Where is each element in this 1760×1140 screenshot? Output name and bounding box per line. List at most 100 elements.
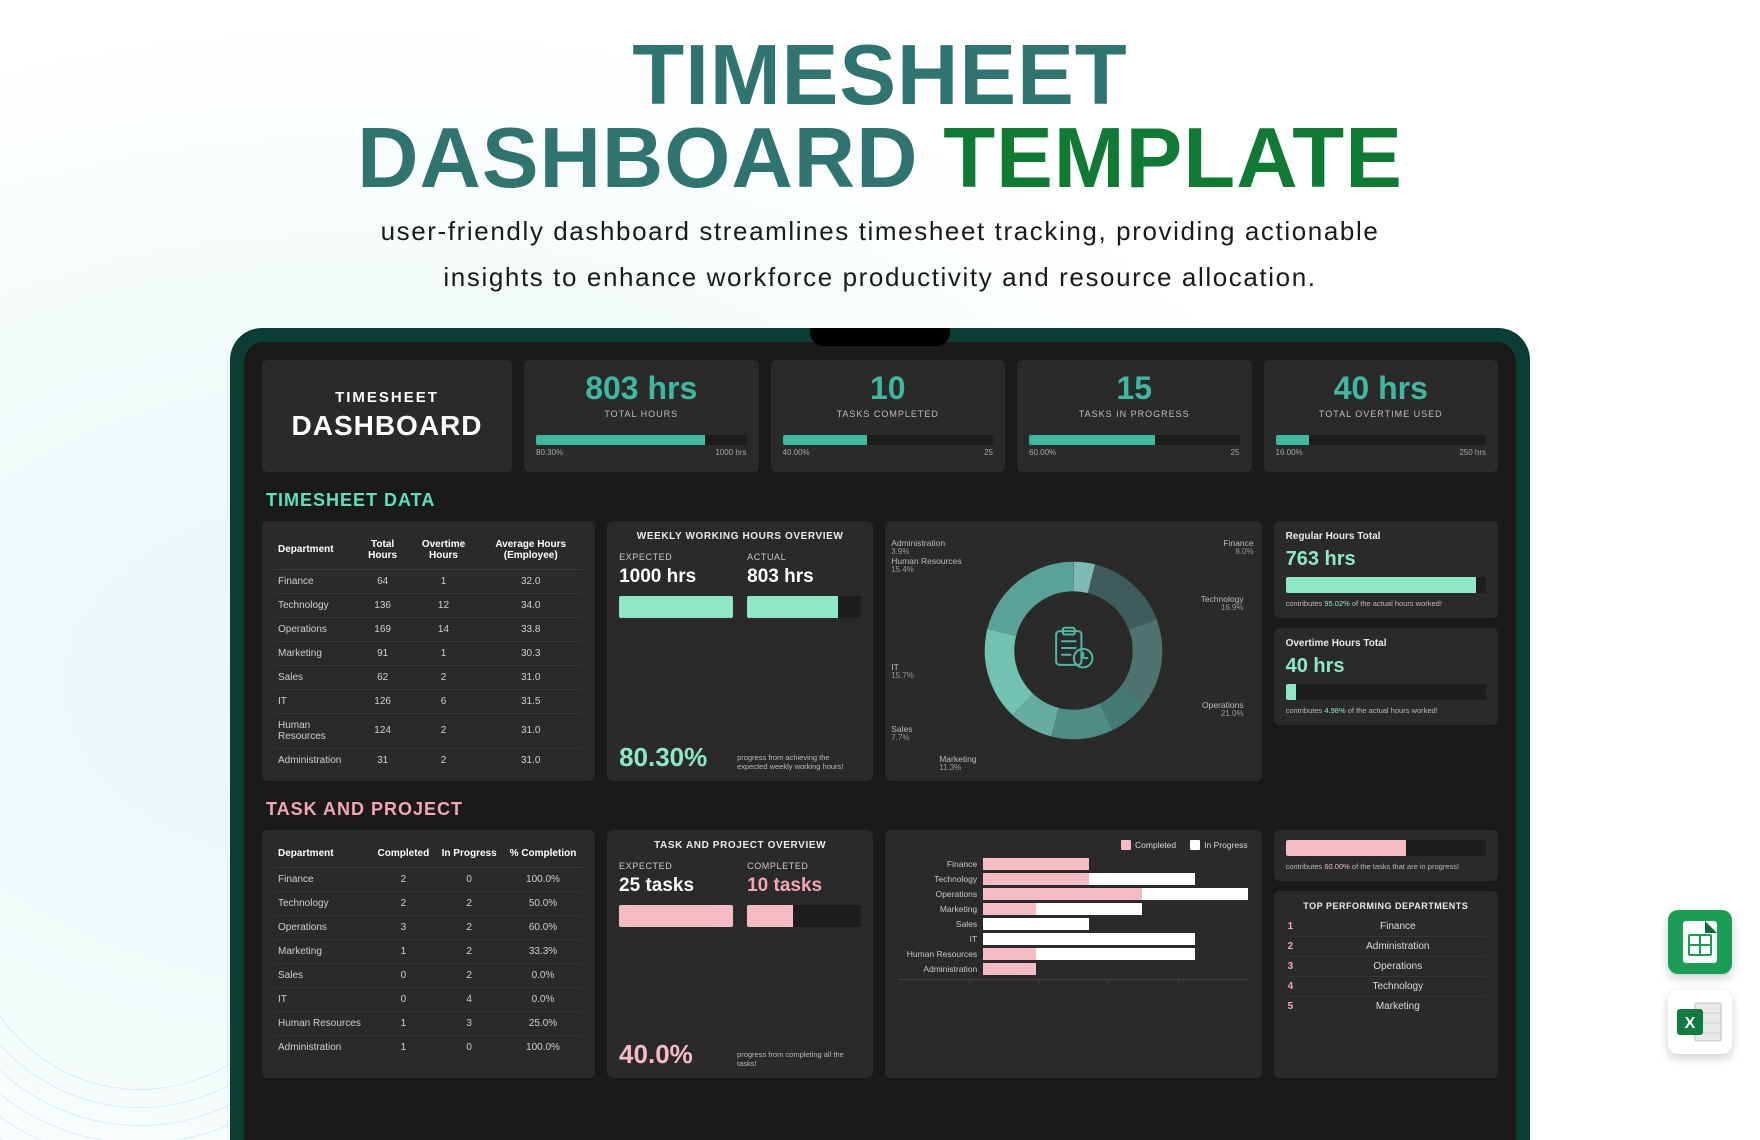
rank-row: 5Marketing: [1286, 997, 1486, 1016]
donut-label: IT15.7%: [891, 663, 914, 681]
kpi-card-3: 40 hrs TOTAL OVERTIME USED 16.00%250 hrs: [1264, 360, 1499, 472]
tasks-heading: TASK AND PROJECT: [266, 799, 1498, 820]
laptop-notch: [810, 328, 950, 346]
tasks-bar-chart-card: Completed In Progress Finance Technology…: [885, 830, 1261, 1078]
weekly-pct-note: progress from achieving the expected wee…: [737, 753, 861, 771]
table-row: Administration10100.0%: [274, 1035, 583, 1059]
timesheet-heading: TIMESHEET DATA: [266, 490, 1498, 511]
tasks-progress-note: contributes 60.00% of the tasks that are…: [1286, 862, 1486, 871]
donut-label: Human Resources15.4%: [891, 557, 961, 575]
kpi-value: 803 hrs: [536, 370, 747, 407]
donut-label: Operations21.0%: [1202, 701, 1244, 719]
google-sheets-icon[interactable]: [1668, 910, 1732, 974]
app-badges: X: [1668, 910, 1732, 1054]
hours-side-col: Regular Hours Total 763 hrs contributes …: [1274, 521, 1498, 781]
tasks-pct-note: progress from completing all the tasks!: [737, 1050, 861, 1068]
excel-icon[interactable]: X: [1668, 990, 1732, 1054]
clipboard-clock-icon: [1046, 621, 1100, 680]
kpi-value: 40 hrs: [1276, 370, 1487, 407]
donut-label: Technology16.9%: [1201, 595, 1244, 613]
weekly-overview-title: WEEKLY WORKING HOURS OVERVIEW: [619, 531, 861, 542]
laptop-mockup: TIMESHEET DASHBOARD 803 hrs TOTAL HOURS …: [230, 328, 1530, 1140]
weekly-overview-card: WEEKLY WORKING HOURS OVERVIEW EXPECTED 1…: [607, 521, 873, 781]
table-row: Technology2250.0%: [274, 891, 583, 915]
hero-title-line2a: Dashboard: [357, 111, 919, 206]
hero-title: Timesheet Dashboard Template: [0, 34, 1760, 201]
kpi-value: 15: [1029, 370, 1240, 407]
actual-label: ACTUAL: [747, 552, 861, 562]
tasks-overview-card: TASK AND PROJECT OVERVIEW EXPECTED 25 ta…: [607, 830, 873, 1078]
hero-sub1: user-friendly dashboard streamlines time…: [0, 215, 1760, 248]
tasks-side-col: contributes 60.00% of the tasks that are…: [1274, 830, 1498, 1078]
bar-row: Human Resources: [899, 948, 1247, 960]
donut-label: Sales7.7%: [891, 725, 912, 743]
screen: TIMESHEET DASHBOARD 803 hrs TOTAL HOURS …: [244, 342, 1516, 1140]
completed-tasks-label: COMPLETED: [747, 861, 861, 871]
timesheet-table: DepartmentTotal HoursOvertime HoursAvera…: [262, 521, 595, 781]
rank-row: 3Operations: [1286, 957, 1486, 977]
bar-row: IT: [899, 933, 1247, 945]
table-row: Operations1691433.8: [274, 617, 583, 641]
col-header: Total Hours: [357, 531, 409, 570]
top-row: TIMESHEET DASHBOARD 803 hrs TOTAL HOURS …: [262, 360, 1498, 472]
col-header: Department: [274, 531, 357, 570]
legend-inprogress: In Progress: [1190, 840, 1247, 851]
rank-row: 2Administration: [1286, 937, 1486, 957]
actual-value: 803 hrs: [747, 566, 861, 588]
donut-chart-card: Administration3.9% Human Resources15.4% …: [885, 521, 1261, 781]
table-row: Marketing91130.3: [274, 641, 583, 665]
top-departments-title: TOP PERFORMING DEPARTMENTS: [1286, 901, 1486, 911]
table-row: IT126631.5: [274, 689, 583, 713]
table-row: Sales62231.0: [274, 665, 583, 689]
table-row: Technology1361234.0: [274, 593, 583, 617]
table-row: Operations3260.0%: [274, 915, 583, 939]
laptop-bezel: TIMESHEET DASHBOARD 803 hrs TOTAL HOURS …: [230, 328, 1530, 1140]
bar-row: Operations: [899, 888, 1247, 900]
kpi-card-0: 803 hrs TOTAL HOURS 80.30%1000 hrs: [524, 360, 759, 472]
table-row: Human Resources1325.0%: [274, 1011, 583, 1035]
col-header: Completed: [371, 840, 435, 868]
hero-sub2: insights to enhance workforce productivi…: [0, 261, 1760, 294]
table-row: Finance64132.0: [274, 569, 583, 593]
rank-row: 4Technology: [1286, 977, 1486, 997]
bar-row: Administration: [899, 963, 1247, 975]
bar-row: Sales: [899, 918, 1247, 930]
dashboard-title-big: DASHBOARD: [274, 410, 500, 442]
table-row: Human Resources124231.0: [274, 713, 583, 748]
top-departments-card: TOP PERFORMING DEPARTMENTS 1Finance2Admi…: [1274, 891, 1498, 1078]
tasks-progress-card: contributes 60.00% of the tasks that are…: [1274, 830, 1498, 881]
col-header: Overtime Hours: [409, 531, 479, 570]
timesheet-row: DepartmentTotal HoursOvertime HoursAvera…: [262, 521, 1498, 781]
rank-row: 1Finance: [1286, 917, 1486, 937]
dashboard-title-small: TIMESHEET: [274, 389, 500, 406]
donut-label: Finance8.0%: [1223, 539, 1253, 557]
tasks-overview-title: TASK AND PROJECT OVERVIEW: [619, 840, 861, 851]
completed-tasks-value: 10 tasks: [747, 875, 861, 897]
legend-completed: Completed: [1121, 840, 1176, 851]
kpi-label: TOTAL OVERTIME USED: [1276, 409, 1487, 419]
regular-hours-value: 763 hrs: [1286, 548, 1486, 571]
kpi-card-2: 15 TASKS IN PROGRESS 60.00%25: [1017, 360, 1252, 472]
bar-row: Finance: [899, 858, 1247, 870]
regular-hours-title: Regular Hours Total: [1286, 531, 1486, 542]
tasks-row: DepartmentCompletedIn Progress% Completi…: [262, 830, 1498, 1078]
col-header: Department: [274, 840, 371, 868]
hero: Timesheet Dashboard Template user-friend…: [0, 0, 1760, 294]
kpi-card-1: 10 TASKS COMPLETED 40.00%25: [771, 360, 1006, 472]
table-row: Finance20100.0%: [274, 867, 583, 891]
hero-title-line1: Timesheet: [0, 34, 1760, 117]
bar-row: Technology: [899, 873, 1247, 885]
tasks-pct: 40.0%: [619, 1039, 693, 1070]
svg-text:X: X: [1685, 1015, 1696, 1032]
expected-tasks-value: 25 tasks: [619, 875, 733, 897]
overtime-hours-title: Overtime Hours Total: [1286, 638, 1486, 649]
table-row: IT040.0%: [274, 987, 583, 1011]
bar-row: Marketing: [899, 903, 1247, 915]
expected-label: EXPECTED: [619, 552, 733, 562]
overtime-hours-note: contributes 4.98% of the actual hours wo…: [1286, 706, 1486, 715]
expected-value: 1000 hrs: [619, 566, 733, 588]
table-row: Sales020.0%: [274, 963, 583, 987]
table-row: Marketing1233.3%: [274, 939, 583, 963]
table-row: Administration31231.0: [274, 748, 583, 772]
tasks-table: DepartmentCompletedIn Progress% Completi…: [262, 830, 595, 1078]
